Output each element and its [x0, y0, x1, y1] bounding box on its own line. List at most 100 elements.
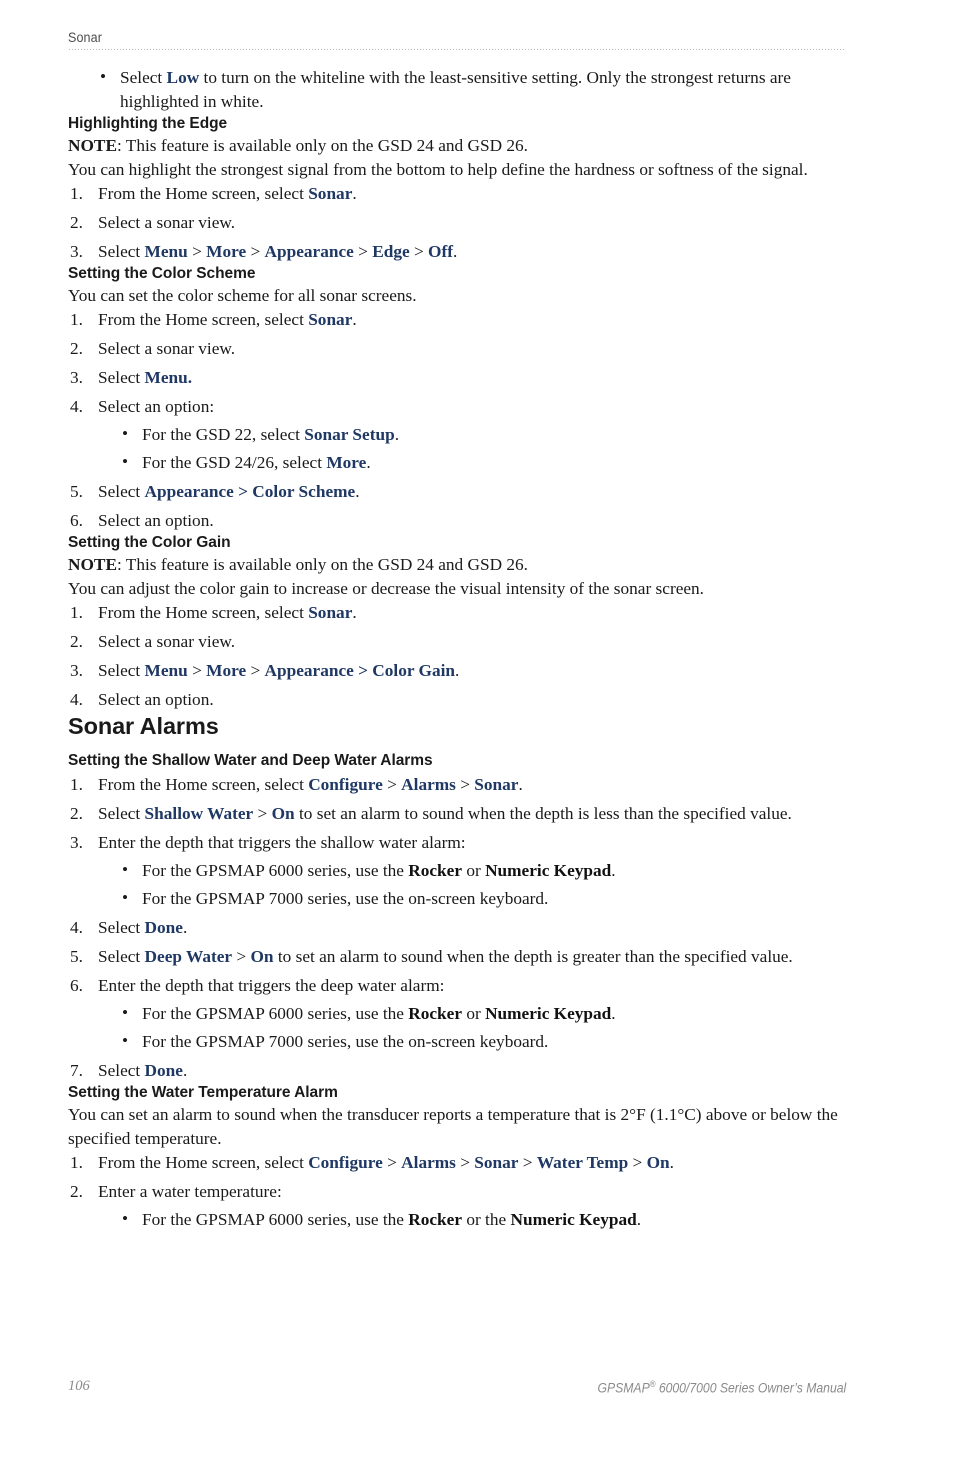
section-heading-water-temperature-alarm: Setting the Water Temperature Alarm — [68, 1084, 338, 1101]
intro-highlighting-the-edge: You can highlight the strongest signal f… — [68, 160, 808, 179]
bullet-glyph: • — [100, 67, 107, 86]
step-item: 3. Select Menu > More > Appearance > Edg… — [68, 240, 854, 264]
hardware-term: Numeric Keypad — [485, 1004, 612, 1023]
step-number: 2. — [70, 1182, 83, 1201]
list-item: • For the GSD 24/26, select More. — [120, 451, 854, 475]
step-number: 2. — [70, 213, 83, 232]
step-item: 6. Select an option. — [68, 509, 854, 533]
bullet-text-mid: or the — [462, 1210, 511, 1229]
steps-setting-the-color-gain: 1. From the Home screen, select Sonar. 2… — [68, 601, 854, 712]
footer-manual-suffix: 6000/7000 Series Owner’s Manual — [655, 1380, 846, 1397]
ui-term: Sonar — [474, 775, 519, 794]
step-item: 1. From the Home screen, select Sonar. — [68, 182, 854, 206]
step-item: 1. From the Home screen, select Configur… — [68, 773, 854, 797]
step-item: 2. Select a sonar view. — [68, 337, 854, 361]
step-item: 3. Select Menu. — [68, 366, 854, 390]
ui-term: Appearance > Color Gain — [264, 661, 456, 680]
ui-term: Menu. — [144, 368, 193, 387]
step-item: 1. From the Home screen, select Sonar. — [68, 308, 854, 332]
step-text-pre: Select — [98, 804, 145, 823]
ui-term: Water Temp — [536, 1153, 629, 1172]
ui-term: Deep Water — [144, 947, 233, 966]
step-text-pre: From the Home screen, select — [98, 775, 309, 794]
ui-term: Configure — [308, 775, 383, 794]
list-item: • For the GPSMAP 7000 series, use the on… — [120, 1030, 854, 1054]
step-text-post: . — [669, 1153, 674, 1172]
header-chapter-title: Sonar — [68, 30, 102, 45]
bullet-text-pre: For the GSD 22, select — [142, 425, 305, 444]
step-number: 1. — [70, 603, 83, 622]
step-text-pre: From the Home screen, select — [98, 184, 309, 203]
bullet-text-pre: For the GSD 24/26, select — [142, 453, 327, 472]
bullet-glyph: • — [122, 1003, 129, 1022]
ui-term: Sonar — [474, 1153, 519, 1172]
hardware-term: Rocker — [408, 1210, 463, 1229]
sub-bullet-list: • For the GPSMAP 6000 series, use the Ro… — [120, 1002, 854, 1054]
intro-water-temperature-alarm: You can set an alarm to sound when the t… — [68, 1105, 838, 1148]
ui-term: Alarms — [401, 775, 456, 794]
bullet-text-post: . — [394, 425, 400, 444]
step-number: 1. — [70, 1153, 83, 1172]
intro-bullet-post: to turn on the whiteline with the least-… — [120, 68, 791, 111]
step-text-pre: Enter the depth that triggers the shallo… — [98, 833, 466, 852]
note-text: : This feature is available only on the … — [116, 136, 528, 155]
note-label: NOTE — [68, 555, 117, 574]
section-heading-shallow-deep-water-alarms: Setting the Shallow Water and Deep Water… — [68, 752, 433, 769]
bullet-text-post: . — [366, 453, 371, 472]
page-title-sonar-alarms: Sonar Alarms — [68, 713, 219, 739]
section-heading-setting-the-color-gain: Setting the Color Gain — [68, 534, 231, 551]
ui-term: On — [250, 947, 274, 966]
ui-term: Shallow Water — [144, 804, 254, 823]
intro-setting-the-color-gain: You can adjust the color gain to increas… — [68, 579, 705, 598]
step-number: 1. — [70, 184, 83, 203]
step-number: 5. — [70, 482, 83, 501]
steps-highlighting-the-edge: 1. From the Home screen, select Sonar. 2… — [68, 182, 854, 264]
step-item: 2. Select Shallow Water > On to set an a… — [68, 802, 854, 826]
steps-water-temperature-alarm: 1. From the Home screen, select Configur… — [68, 1151, 854, 1232]
note-highlighting-the-edge: NOTE: This feature is available only on … — [68, 134, 854, 158]
bullet-text-mid: or — [462, 861, 486, 880]
ui-term: Edge — [372, 242, 410, 261]
ui-term: On — [271, 804, 295, 823]
step-item: 1. From the Home screen, select Sonar. — [68, 601, 854, 625]
step-number: 4. — [70, 397, 83, 416]
ui-term: More — [326, 453, 367, 472]
page-footer: 106 GPSMAP® 6000/7000 Series Owner’s Man… — [68, 1378, 854, 1400]
list-item: • For the GPSMAP 7000 series, use the on… — [120, 887, 854, 911]
step-number: 2. — [70, 632, 83, 651]
ui-term: Sonar — [308, 603, 353, 622]
header-divider-rule — [68, 49, 846, 50]
intro-bullet-list: • Select Low to turn on the whiteline wi… — [98, 66, 854, 114]
step-text-post: to set an alarm to sound when the depth … — [273, 947, 793, 966]
step-text-pre: Select an option: — [98, 397, 215, 416]
bullet-text-mid: or — [462, 1004, 486, 1023]
bullet-glyph: • — [122, 424, 129, 443]
note-text: : This feature is available only on the … — [116, 555, 528, 574]
step-number: 2. — [70, 339, 83, 358]
ui-term: Done — [144, 1061, 183, 1080]
step-item: 2. Enter a water temperature: • For the … — [68, 1180, 854, 1232]
ui-term: On — [646, 1153, 670, 1172]
sub-bullet-list: • For the GSD 22, select Sonar Setup. • … — [120, 423, 854, 475]
step-number: 1. — [70, 775, 83, 794]
ui-term: Appearance — [264, 242, 354, 261]
step-item: 6. Enter the depth that triggers the dee… — [68, 974, 854, 1054]
step-text-post: . — [352, 310, 357, 329]
step-text-post: . — [452, 242, 458, 261]
footer-manual-title: GPSMAP® 6000/7000 Series Owner’s Manual — [597, 1379, 846, 1397]
ui-term: Menu — [144, 242, 188, 261]
note-label: NOTE — [68, 136, 117, 155]
step-number: 6. — [70, 511, 83, 530]
step-item: 3. Enter the depth that triggers the sha… — [68, 831, 854, 911]
bullet-text-post: . — [611, 1004, 616, 1023]
step-text-pre: Select — [98, 661, 145, 680]
list-item: • For the GPSMAP 6000 series, use the Ro… — [120, 1208, 854, 1232]
step-item: 2. Select a sonar view. — [68, 211, 854, 235]
step-text-post: . — [352, 603, 357, 622]
step-text-pre: Select a sonar view. — [98, 632, 236, 651]
step-number: 3. — [70, 661, 83, 680]
footer-manual-prefix: GPSMAP — [597, 1380, 650, 1397]
step-text-pre: From the Home screen, select — [98, 1153, 309, 1172]
step-text-post: . — [355, 482, 360, 501]
step-item: 2. Select a sonar view. — [68, 630, 854, 654]
